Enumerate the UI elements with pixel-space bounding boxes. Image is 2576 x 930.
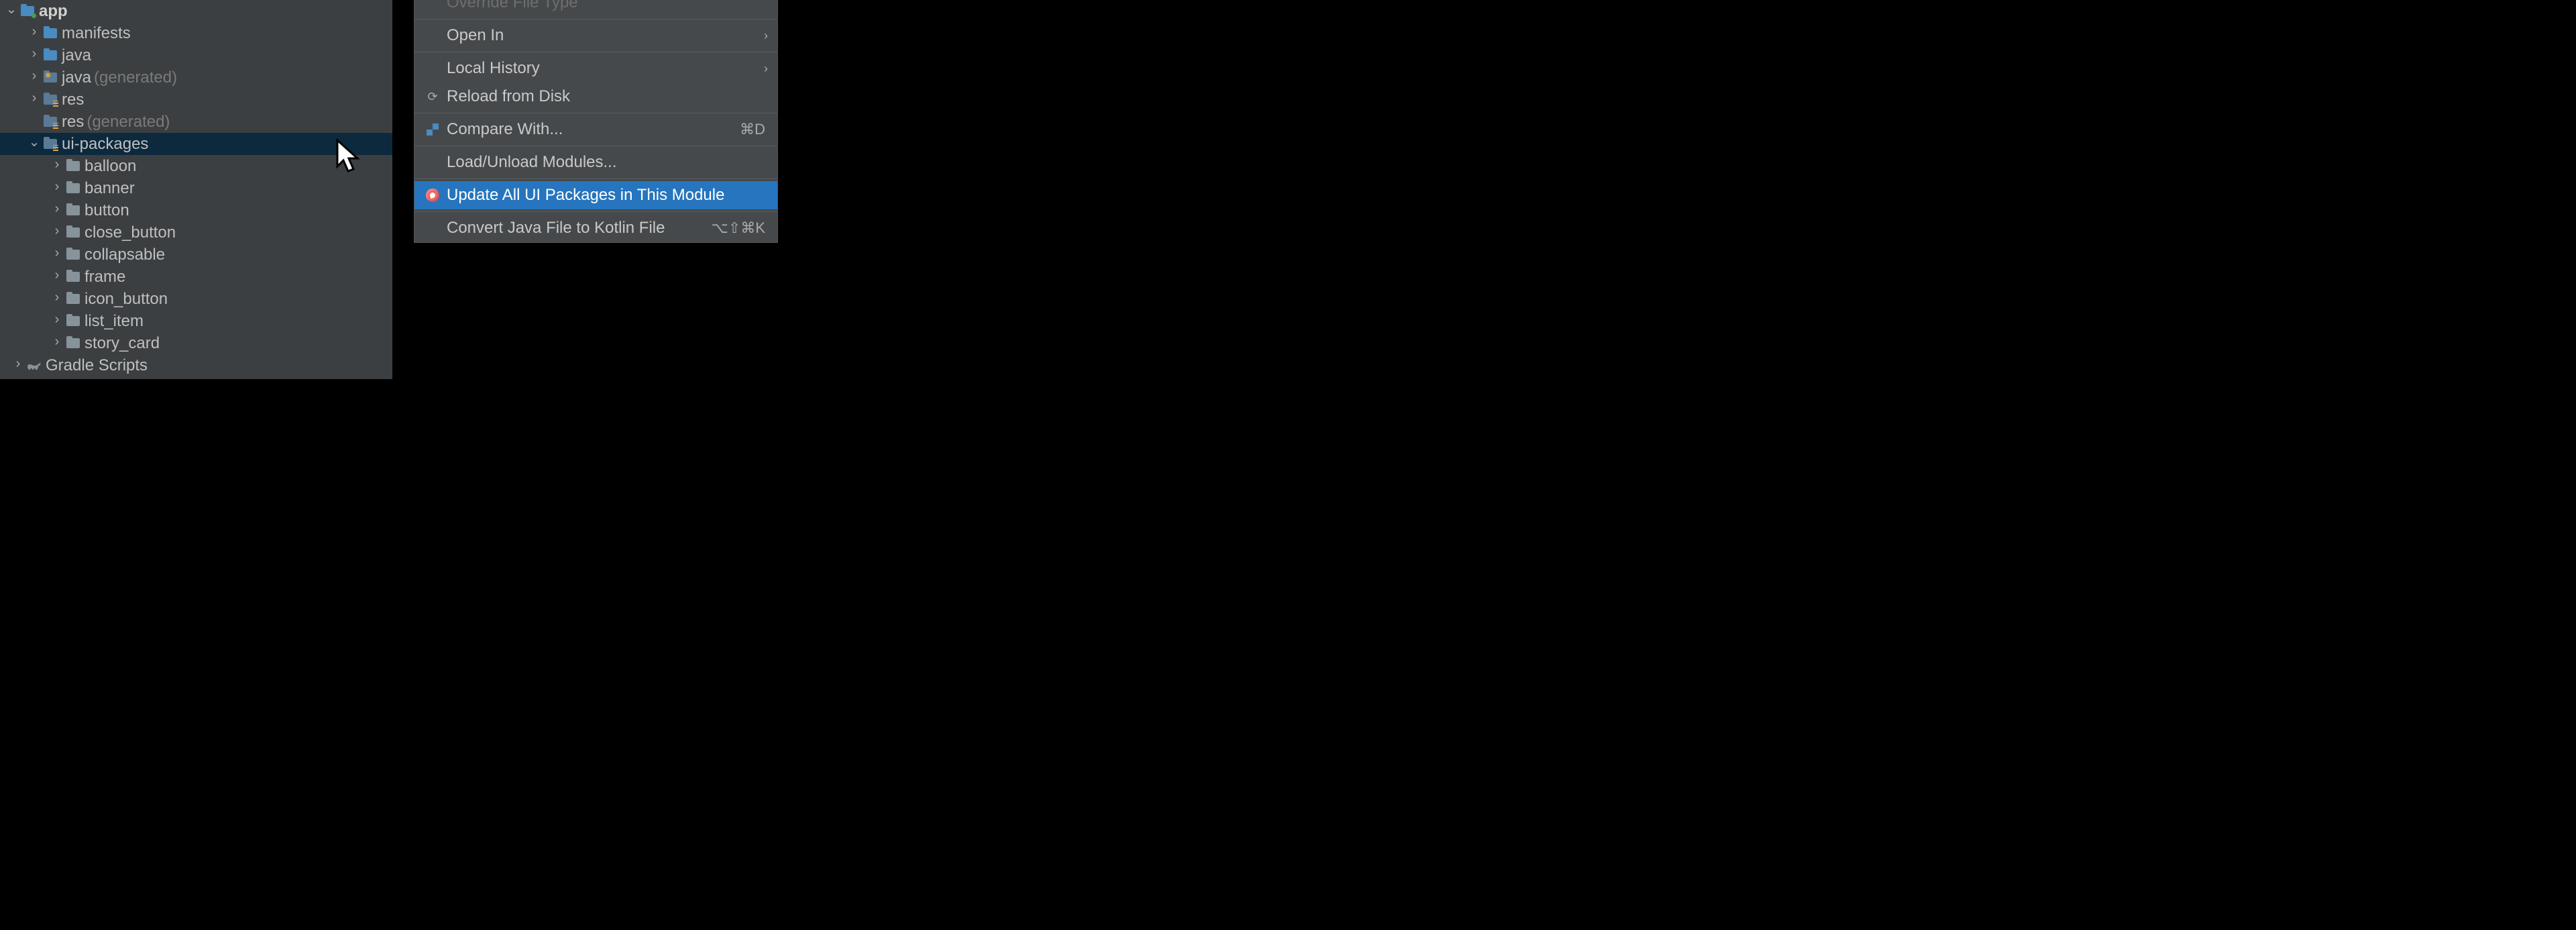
generated-folder-icon [43,70,58,85]
tree-label: Gradle Scripts [46,356,148,375]
tree-item-manifests[interactable]: manifests [0,22,392,44]
menu-shortcut: ⌥⇧⌘K [712,219,765,237]
tree-label: res [62,113,84,132]
tree-item-frame[interactable]: frame [0,266,392,288]
tree-label: frame [85,268,125,287]
chevron-right-icon[interactable] [28,70,40,85]
tree-label: collapsable [85,246,165,264]
menu-item-convert-java-to-kotlin[interactable]: Convert Java File to Kotlin File ⌥⇧⌘K [414,214,777,242]
chevron-right-icon[interactable] [51,335,63,351]
menu-shortcut: ⌘D [740,121,765,138]
menu-item-override-file-type[interactable]: Override File Type [414,0,777,17]
tree-label-suffix: (generated) [94,68,177,87]
tree-item-banner[interactable]: banner [0,177,392,199]
tree-label: button [85,201,129,220]
tree-item-res[interactable]: res [0,89,392,111]
menu-label: Update All UI Packages in This Module [447,186,765,205]
project-tree-panel: app manifests java java (generated) res … [0,0,392,379]
reload-icon: ⟳ [423,90,443,104]
folder-icon [66,292,80,307]
menu-label: Compare With... [447,120,740,139]
tree-item-ui-packages[interactable]: ui-packages [0,133,392,155]
chevron-right-icon[interactable] [51,203,63,218]
menu-item-reload-from-disk[interactable]: ⟳ Reload from Disk [414,83,777,111]
chevron-down-icon[interactable] [5,3,17,19]
tree-label: icon_button [85,290,168,309]
context-menu: Override File Type Open In › Local Histo… [414,0,778,243]
resources-folder-icon [43,137,58,152]
menu-item-local-history[interactable]: Local History › [414,54,777,83]
folder-icon [66,159,80,174]
tree-item-list-item[interactable]: list_item [0,310,392,332]
chevron-right-icon: › [764,29,768,43]
chevron-right-icon[interactable] [28,92,40,107]
tree-item-balloon[interactable]: balloon [0,155,392,177]
tree-label: ui-packages [62,135,148,154]
tree-label: balloon [85,157,136,176]
tree-label-suffix: (generated) [87,113,170,132]
chevron-right-icon: › [764,62,768,76]
menu-separator [414,211,777,212]
resources-folder-icon [43,115,58,130]
folder-icon [43,26,58,41]
tree-item-app[interactable]: app [0,0,392,22]
tree-label: story_card [85,334,160,353]
tree-label: manifests [62,24,131,43]
folder-icon [66,225,80,240]
chevron-right-icon[interactable] [51,269,63,285]
relay-icon [423,189,443,202]
folder-icon [43,48,58,63]
tree-item-story-card[interactable]: story_card [0,332,392,354]
folder-icon [66,203,80,218]
chevron-right-icon[interactable] [51,247,63,262]
tree-label: res [62,91,84,109]
tree-label: banner [85,179,135,198]
menu-label: Override File Type [447,0,765,12]
chevron-right-icon[interactable] [28,48,40,63]
tree-item-gradle-scripts[interactable]: Gradle Scripts [0,354,392,376]
chevron-right-icon[interactable] [51,291,63,307]
chevron-right-icon[interactable] [51,313,63,329]
compare-icon [423,123,443,136]
menu-label: Load/Unload Modules... [447,153,765,172]
menu-item-load-unload-modules[interactable]: Load/Unload Modules... [414,148,777,176]
menu-label: Open In [447,26,765,45]
tree-label: app [39,2,68,21]
folder-icon [66,270,80,285]
tree-item-icon-button[interactable]: icon_button [0,288,392,310]
tree-item-java[interactable]: java [0,44,392,66]
menu-item-compare-with[interactable]: Compare With... ⌘D [414,115,777,144]
menu-label: Local History [447,59,765,78]
folder-icon [66,181,80,196]
menu-item-open-in[interactable]: Open In › [414,21,777,50]
folder-icon [66,336,80,351]
chevron-right-icon[interactable] [51,158,63,174]
chevron-right-icon[interactable] [28,25,40,41]
menu-label: Reload from Disk [447,87,765,106]
tree-label: java [62,68,91,87]
chevron-right-icon[interactable] [51,180,63,196]
tree-label: close_button [85,223,176,242]
tree-label: list_item [85,312,144,331]
tree-item-close-button[interactable]: close_button [0,221,392,244]
module-folder-icon [20,4,35,19]
menu-item-update-ui-packages[interactable]: Update All UI Packages in This Module [414,181,777,209]
chevron-right-icon[interactable] [51,225,63,240]
chevron-down-icon[interactable] [28,136,40,152]
tree-item-java-generated[interactable]: java (generated) [0,66,392,89]
resources-folder-icon [43,93,58,107]
gradle-icon [27,360,42,371]
chevron-right-icon[interactable] [12,358,24,373]
menu-separator [414,178,777,179]
tree-item-button[interactable]: button [0,199,392,221]
folder-icon [66,248,80,262]
menu-label: Convert Java File to Kotlin File [447,219,712,238]
tree-item-res-generated[interactable]: res (generated) [0,111,392,133]
folder-icon [66,314,80,329]
tree-item-collapsable[interactable]: collapsable [0,244,392,266]
tree-label: java [62,46,91,65]
